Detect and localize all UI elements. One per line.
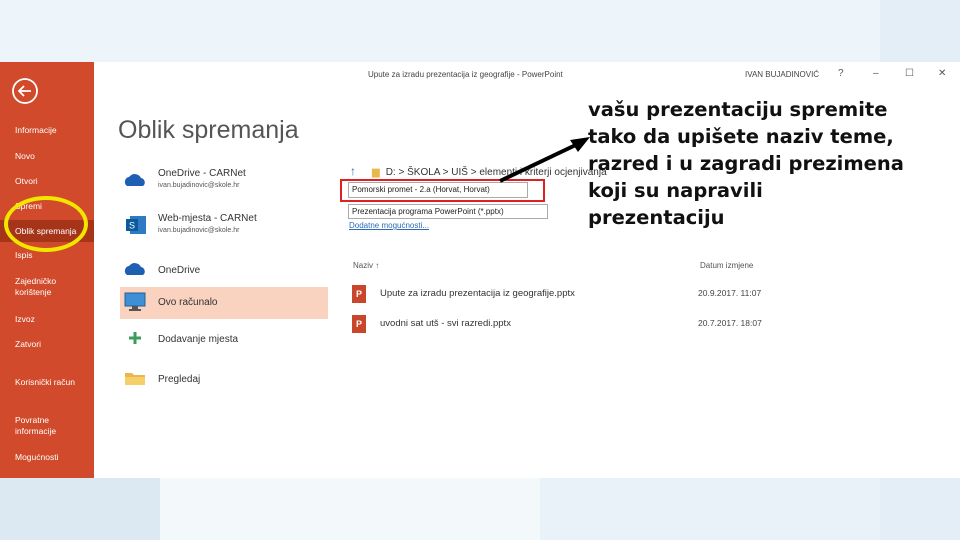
annotation-arrow (499, 137, 590, 183)
annotation-text: vašu prezentaciju spremite tako da upiše… (588, 98, 904, 229)
